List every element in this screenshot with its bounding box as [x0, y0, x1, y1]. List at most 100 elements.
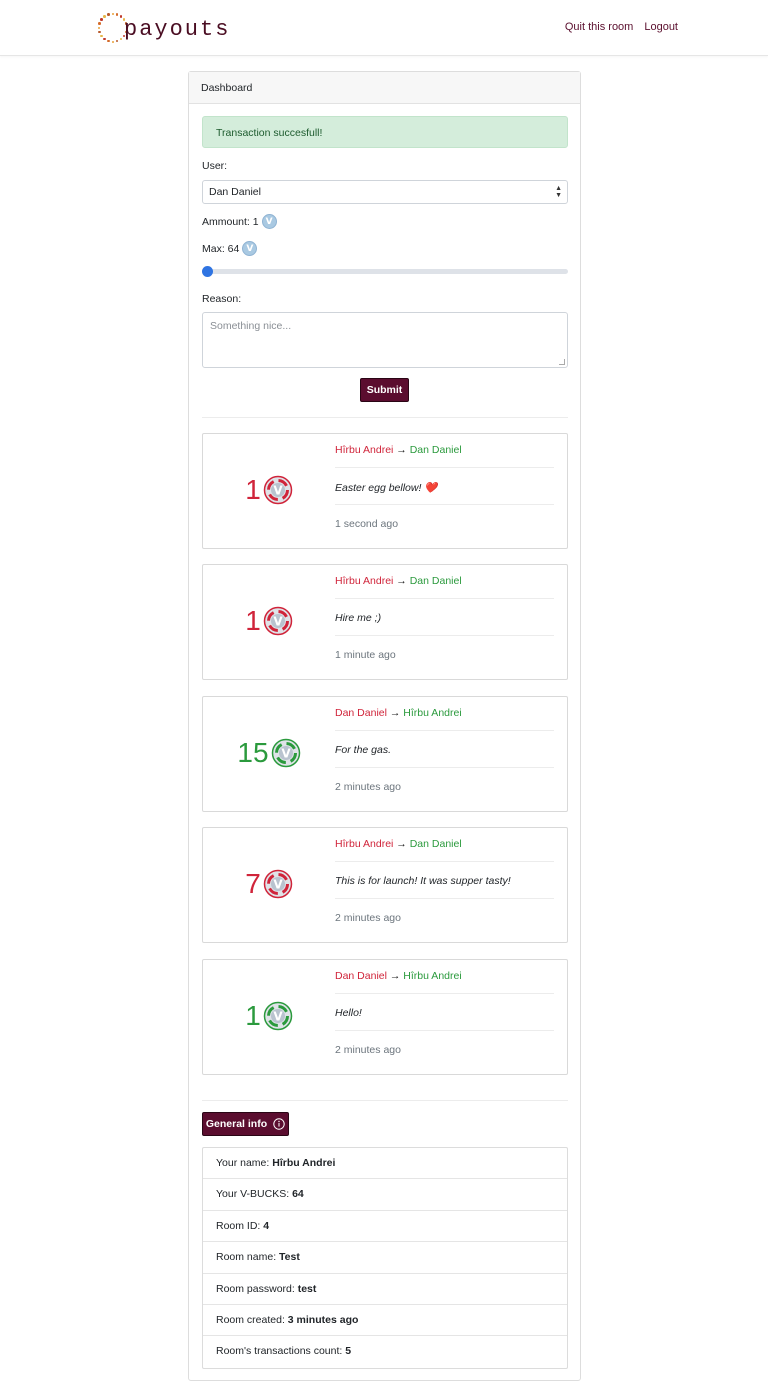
- slider-track: [202, 269, 568, 274]
- divider: [335, 1030, 554, 1031]
- transaction-amount: 1V: [203, 605, 335, 637]
- transaction-amount: 1V: [203, 474, 335, 506]
- divider: [335, 598, 554, 599]
- divider: [202, 417, 568, 418]
- user-label: User:: [202, 160, 228, 172]
- user-select[interactable]: Dan Daniel ▲ ▼: [202, 180, 568, 204]
- svg-text:V: V: [281, 747, 291, 761]
- transaction-parties: Dan Daniel → Hîrbu Andrei: [335, 970, 462, 982]
- card-header: Dashboard: [189, 72, 580, 104]
- info-value: Hîrbu Andrei: [272, 1157, 336, 1169]
- logo-text: payouts: [124, 16, 231, 42]
- vbucks-coin-icon: V: [261, 214, 277, 229]
- top-navbar: payouts Quit this room Logout: [0, 0, 768, 56]
- info-value: 64: [292, 1188, 304, 1201]
- general-info-button[interactable]: General info: [202, 1112, 289, 1136]
- logo-dot: [103, 37, 106, 41]
- amount-label: Ammount: 1 V: [202, 214, 277, 229]
- amount-number: 15: [237, 737, 269, 768]
- receiver-name: Dan Daniel: [409, 838, 462, 850]
- logo-dot: [115, 13, 119, 16]
- logo-dot: [119, 15, 123, 18]
- transaction-time: 2 minutes ago: [335, 912, 401, 924]
- transaction-parties: Hîrbu Andrei → Dan Daniel: [335, 575, 462, 587]
- logout-link[interactable]: Logout: [644, 21, 678, 33]
- vbucks-coin-icon: V: [271, 738, 300, 768]
- slider-thumb[interactable]: [202, 266, 213, 277]
- submit-button[interactable]: Submit: [360, 378, 409, 402]
- transaction-card: 1 V Hîrbu Andrei → Dan Daniel Easter egg be…: [202, 433, 568, 549]
- receiver-name: Hîrbu Andrei: [403, 970, 462, 982]
- logo-dot: [115, 39, 119, 43]
- info-row: Your V-BUCKS: 64: [203, 1179, 567, 1211]
- info-row: Room password: test: [203, 1274, 567, 1305]
- transaction-parties: Hîrbu Andrei → Dan Daniel: [335, 838, 462, 850]
- transaction-reason: Hello!: [335, 1007, 362, 1019]
- amount-number: 7: [245, 868, 261, 899]
- amount-number: 1: [245, 1000, 261, 1031]
- transaction-amount: 15 V: [203, 737, 335, 769]
- info-row: Room name: Test: [203, 1242, 567, 1274]
- info-row: Room ID: 4: [203, 1211, 567, 1243]
- info-label: Room ID:: [216, 1219, 264, 1232]
- sender-name: Dan Daniel: [335, 970, 387, 982]
- vbucks-coin-icon: V: [263, 869, 293, 899]
- vbucks-coin-icon: V: [263, 606, 293, 636]
- logo-dot: [119, 37, 123, 41]
- transaction-time: 2 minutes ago: [335, 1044, 401, 1056]
- info-label: Room name:: [216, 1251, 280, 1264]
- amount-number: 1: [245, 474, 261, 505]
- amount-number: 1: [245, 605, 261, 636]
- divider: [335, 730, 554, 731]
- info-value: 5: [345, 1345, 352, 1358]
- info-circle-icon: [273, 1118, 285, 1130]
- transaction-parties: Hîrbu Andrei → Dan Daniel: [335, 444, 462, 456]
- transaction-reason: Hire me ;): [335, 612, 382, 624]
- right-arrow-icon: →: [389, 970, 401, 982]
- vbucks-coin-icon: V: [242, 241, 258, 256]
- svg-text:V: V: [273, 484, 283, 498]
- reason-label: Reason:: [202, 293, 242, 305]
- info-value: 4: [263, 1219, 270, 1232]
- transaction-time: 1 second ago: [335, 518, 399, 530]
- logo-dot: [107, 13, 110, 16]
- info-label: Room's transactions count:: [216, 1345, 346, 1358]
- svg-text:V: V: [273, 1010, 283, 1024]
- vbucks-coin-icon: V: [263, 1001, 293, 1031]
- info-row: Your name: Hîrbu Andrei: [203, 1148, 567, 1180]
- user-select-value: Dan Daniel: [209, 186, 261, 198]
- logo[interactable]: payouts: [96, 10, 230, 46]
- success-alert: Transaction succesfull!: [202, 116, 568, 148]
- reason-textarea[interactable]: Something nice...: [202, 312, 568, 368]
- svg-text:V: V: [273, 878, 283, 892]
- info-row: Room's transactions count: 5: [203, 1336, 567, 1367]
- amount-text: Ammount: 1: [202, 215, 259, 228]
- info-label: Room password:: [216, 1282, 298, 1295]
- logo-dot: [97, 26, 100, 29]
- transaction-time: 2 minutes ago: [335, 781, 401, 793]
- select-arrows-icon: ▲ ▼: [555, 185, 562, 199]
- divider: [335, 504, 554, 505]
- logo-dot: [111, 12, 114, 15]
- divider: [335, 635, 554, 636]
- max-text: Max: 64: [202, 242, 240, 255]
- quit-room-link[interactable]: Quit this room: [565, 21, 633, 33]
- transaction-parties: Dan Daniel → Hîrbu Andrei: [335, 707, 462, 719]
- vbucks-coin-icon: V: [263, 475, 293, 505]
- transaction-card: 7 V Hîrbu Andrei → Dan Daniel This is for l…: [202, 827, 568, 943]
- dashboard-card: Dashboard Transaction succesfull! User: …: [188, 71, 581, 1381]
- sender-name: Hîrbu Andrei: [335, 575, 394, 587]
- divider: [335, 467, 554, 468]
- divider: [335, 993, 554, 994]
- logo-dot: [98, 30, 101, 34]
- resize-grip-icon[interactable]: [559, 359, 565, 365]
- transaction-time: 1 minute ago: [335, 649, 396, 661]
- transaction-amount: 1V: [203, 1000, 335, 1032]
- logo-dot: [111, 40, 114, 43]
- submit-label: Submit: [366, 384, 403, 396]
- amount-slider[interactable]: [202, 265, 568, 277]
- info-value: Test: [279, 1251, 300, 1264]
- info-label: Your name:: [216, 1157, 273, 1169]
- max-label: Max: 64 V: [202, 241, 258, 256]
- transaction-card: 1 V Hîrbu Andrei → Dan Daniel Hire me ;) 1 m…: [202, 564, 568, 680]
